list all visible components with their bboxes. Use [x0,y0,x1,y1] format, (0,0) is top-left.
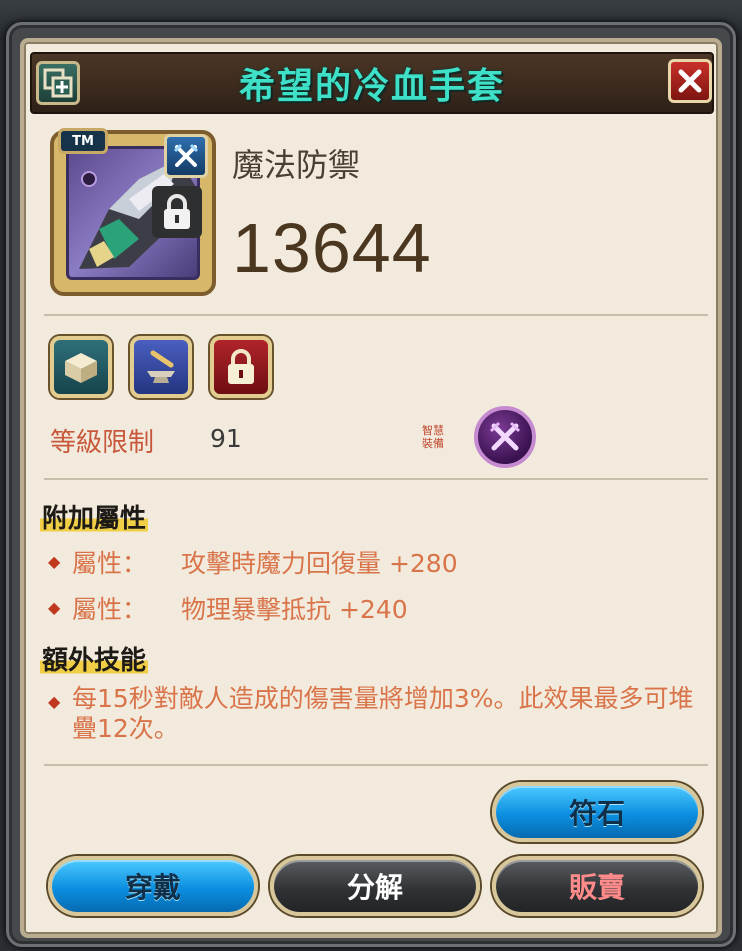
lock-icon [164,194,190,229]
attribute-label: 屬性： [72,595,148,624]
item-title: 希望的冷血手套 [238,66,505,107]
bullet-icon: ◆ [48,598,61,617]
attribute-text: 物理暴擊抵抗 [180,595,331,624]
attribute-line: 屬性： 物理暴擊抵抗 +240 [72,590,408,626]
enhance-icon-button[interactable] [50,336,112,398]
disassemble-button[interactable]: 分解 [270,856,480,916]
attribute-label: 屬性： [72,549,148,578]
divider [44,478,708,480]
attribute-line: 屬性： 攻擊時魔力回復量 +280 [72,544,458,580]
stat-value: 13644 [232,209,432,287]
bullet-icon: ◆ [48,692,61,711]
attribute-value: +280 [388,549,458,578]
expand-icon [43,68,73,98]
smithing-icon [147,350,175,383]
class-badge [164,134,208,178]
section-heading-additional: 附加屬性 [40,498,149,535]
equip-button[interactable]: 穿戴 [48,856,258,916]
lock-item-button[interactable] [210,336,272,398]
skill-description: 每15秒對敵人造成的傷害量將增加3%。此效果最多可堆疊12次。 [72,684,694,743]
padlock-icon [228,349,254,384]
item-lock-badge [152,186,202,238]
rune-button[interactable]: 符石 [492,782,702,842]
sell-button[interactable]: 販賣 [492,856,702,916]
title-bar: 希望的冷血手套 [30,52,714,114]
smith-icon-button[interactable] [130,336,192,398]
equip-type-note: 智慧 裝備 [422,424,444,450]
level-label: 等級限制 [50,428,155,458]
stat-label: 魔法防禦 [232,146,361,184]
job-class-orb [474,406,536,468]
divider [44,314,708,316]
class-icon [173,143,199,167]
close-button[interactable] [668,59,712,103]
divider [44,764,708,766]
crossed-swords-icon [489,421,521,451]
attribute-text: 攻擊時魔力回復量 [180,549,381,578]
attribute-value: +240 [338,595,408,624]
tm-badge: TM [58,128,108,154]
anvil-box-icon [65,353,97,383]
close-icon [678,69,702,93]
expand-button[interactable] [36,61,80,105]
section-heading-skill: 額外技能 [40,640,149,677]
bullet-icon: ◆ [48,552,61,571]
level-value: 91 [210,424,242,453]
